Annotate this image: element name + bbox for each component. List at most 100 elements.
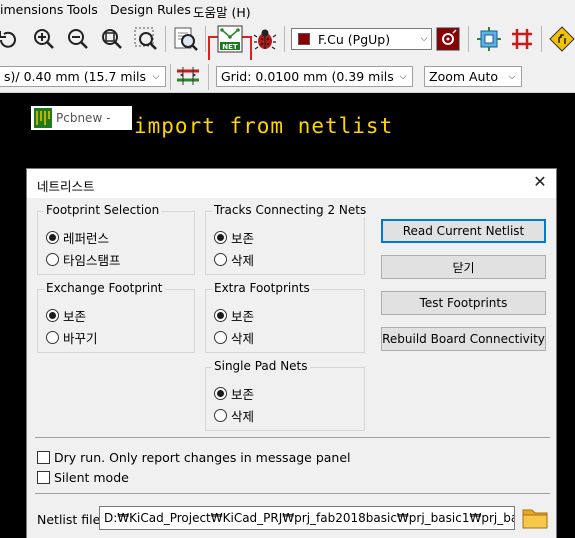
radio-label: 삭제: [231, 331, 255, 346]
chevron-down-icon: ⌵: [152, 71, 160, 82]
netlist-file-input[interactable]: D:₩KiCad_Project₩KiCad_PRJ₩prj_fab2018ba…: [99, 506, 515, 530]
folder-icon: [522, 509, 548, 529]
layer-pair-icon[interactable]: [434, 25, 462, 53]
radio-label: 보존: [231, 231, 255, 246]
menu-design-rules[interactable]: Design Rules: [110, 2, 191, 17]
radio-dot: [214, 409, 227, 422]
radio-delete[interactable]: 삭제: [214, 328, 254, 347]
radio-delete[interactable]: 삭제: [214, 406, 254, 425]
main-toolbar: NET F.Cu (PgUp) ⌵: [0, 20, 575, 78]
group-label: Footprint Selection: [44, 203, 162, 217]
pcbnew-logo-icon: [34, 108, 52, 128]
grid-select[interactable]: Grid: 0.0100 mm (0.39 mils) ⌵: [216, 66, 413, 87]
chevron-down-icon: ⌵: [508, 71, 516, 82]
radio-label: 삭제: [231, 409, 255, 424]
layer-color-swatch: [298, 33, 310, 45]
toolbar-separator: [284, 26, 285, 52]
auto-track-width-icon[interactable]: [174, 62, 202, 90]
pcbnew-label: Pcbnew -: [56, 111, 111, 125]
layer-select[interactable]: F.Cu (PgUp) ⌵: [291, 28, 432, 50]
toolbar-separator: [541, 26, 542, 52]
radio-dot: [46, 309, 59, 322]
browse-button[interactable]: [519, 502, 551, 534]
radio-dot: [214, 331, 227, 344]
zoom-area-icon[interactable]: [132, 25, 160, 53]
radio-reference[interactable]: 레퍼런스: [46, 228, 109, 247]
dialog-separator: [35, 437, 550, 438]
checkbox-label: Dry run. Only report changes in message …: [54, 450, 351, 465]
toolbar-separator: [468, 26, 469, 52]
microwave-tool-icon[interactable]: [475, 25, 503, 53]
checkbox-label: Silent mode: [54, 470, 129, 485]
group-exchange-footprint: Exchange Footprint 보존 바꾸기: [37, 281, 195, 353]
radio-dot: [46, 331, 59, 344]
zoom-select[interactable]: Zoom Auto ⌵: [424, 66, 522, 87]
dialog-titlebar: 네트리스트 ✕: [27, 169, 556, 198]
redo-icon[interactable]: [0, 25, 22, 53]
radio-timestamp[interactable]: 타임스탬프: [46, 250, 121, 269]
menu-dimensions[interactable]: imensions: [0, 2, 63, 17]
toolbar-separator: [170, 64, 171, 90]
group-tracks-connecting: Tracks Connecting 2 Nets 보존 삭제: [205, 203, 369, 275]
checkbox-box: [37, 471, 50, 484]
radio-delete[interactable]: 삭제: [214, 250, 254, 269]
radio-label: 레퍼런스: [63, 231, 110, 246]
find-icon[interactable]: [172, 25, 200, 53]
close-icon[interactable]: ✕: [532, 174, 548, 190]
annotation-text: import from netlist: [134, 114, 394, 138]
group-extra-footprints: Extra Footprints 보존 삭제: [205, 281, 365, 353]
read-netlist-button[interactable]: Read Current Netlist: [381, 219, 546, 243]
group-label: Exchange Footprint: [44, 281, 165, 295]
radio-label: 보존: [231, 387, 255, 402]
dialog-title: 네트리스트: [37, 179, 95, 194]
radio-change[interactable]: 바꾸기: [46, 328, 98, 347]
group-single-pad-nets: Single Pad Nets 보존 삭제: [205, 359, 365, 431]
netlist-icon[interactable]: NET: [216, 25, 244, 53]
radio-dot: [214, 309, 227, 322]
zoom-out-icon[interactable]: [64, 25, 92, 53]
radio-dot: [214, 253, 227, 266]
test-footprints-button[interactable]: Test Footprints: [381, 291, 546, 315]
toolbar-separator: [208, 64, 209, 90]
grid-track-icon[interactable]: [508, 25, 536, 53]
zoom-fit-icon[interactable]: [98, 25, 126, 53]
radio-keep[interactable]: 보존: [214, 306, 254, 325]
radio-label: 바꾸기: [63, 331, 98, 346]
checkbox-box: [37, 451, 50, 464]
svg-text:NET: NET: [222, 43, 238, 51]
radio-label: 보존: [63, 309, 87, 324]
zoom-in-icon[interactable]: [30, 25, 58, 53]
radio-keep[interactable]: 보존: [214, 384, 254, 403]
dialog-separator: [35, 493, 550, 494]
group-label: Extra Footprints: [212, 281, 312, 295]
grid-value: Grid: 0.0100 mm (0.39 mils): [221, 69, 394, 84]
track-width-select[interactable]: s)/ 0.40 mm (15.7 mils) * ⌵: [0, 66, 166, 87]
radio-dot: [46, 231, 59, 244]
group-label: Tracks Connecting 2 Nets: [212, 203, 369, 217]
track-width-value: s)/ 0.40 mm (15.7 mils) *: [4, 69, 147, 84]
chevron-down-icon: ⌵: [399, 71, 407, 82]
pcbnew-window-label: Pcbnew -: [31, 106, 132, 130]
radio-dot: [214, 387, 227, 400]
silent-mode-checkbox[interactable]: Silent mode: [37, 470, 129, 485]
route-icon[interactable]: [548, 25, 575, 53]
settings-toolbar: s)/ 0.40 mm (15.7 mils) * ⌵ Grid: 0.0100…: [0, 60, 575, 93]
layer-select-value: F.Cu (PgUp): [318, 31, 391, 47]
radio-keep[interactable]: 보존: [46, 306, 86, 325]
rebuild-connectivity-button[interactable]: Rebuild Board Connectivity: [381, 327, 546, 351]
netlist-file-label: Netlist file:: [37, 512, 105, 527]
toolbar-separator: [205, 26, 206, 52]
radio-label: 보존: [231, 309, 255, 324]
radio-label: 삭제: [231, 253, 255, 268]
group-label: Single Pad Nets: [212, 359, 310, 373]
radio-dot: [46, 253, 59, 266]
dry-run-checkbox[interactable]: Dry run. Only report changes in message …: [37, 450, 351, 465]
menu-tools[interactable]: Tools: [67, 2, 98, 17]
drc-bug-icon[interactable]: [251, 25, 279, 53]
radio-keep[interactable]: 보존: [214, 228, 254, 247]
menu-help[interactable]: 도움말 (H): [193, 2, 251, 21]
close-button[interactable]: 닫기: [381, 255, 546, 279]
chevron-down-icon: ⌵: [420, 34, 428, 44]
menu-bar: imensions Tools Design Rules 도움말 (H): [0, 0, 575, 20]
toolbar-separator: [165, 26, 166, 52]
